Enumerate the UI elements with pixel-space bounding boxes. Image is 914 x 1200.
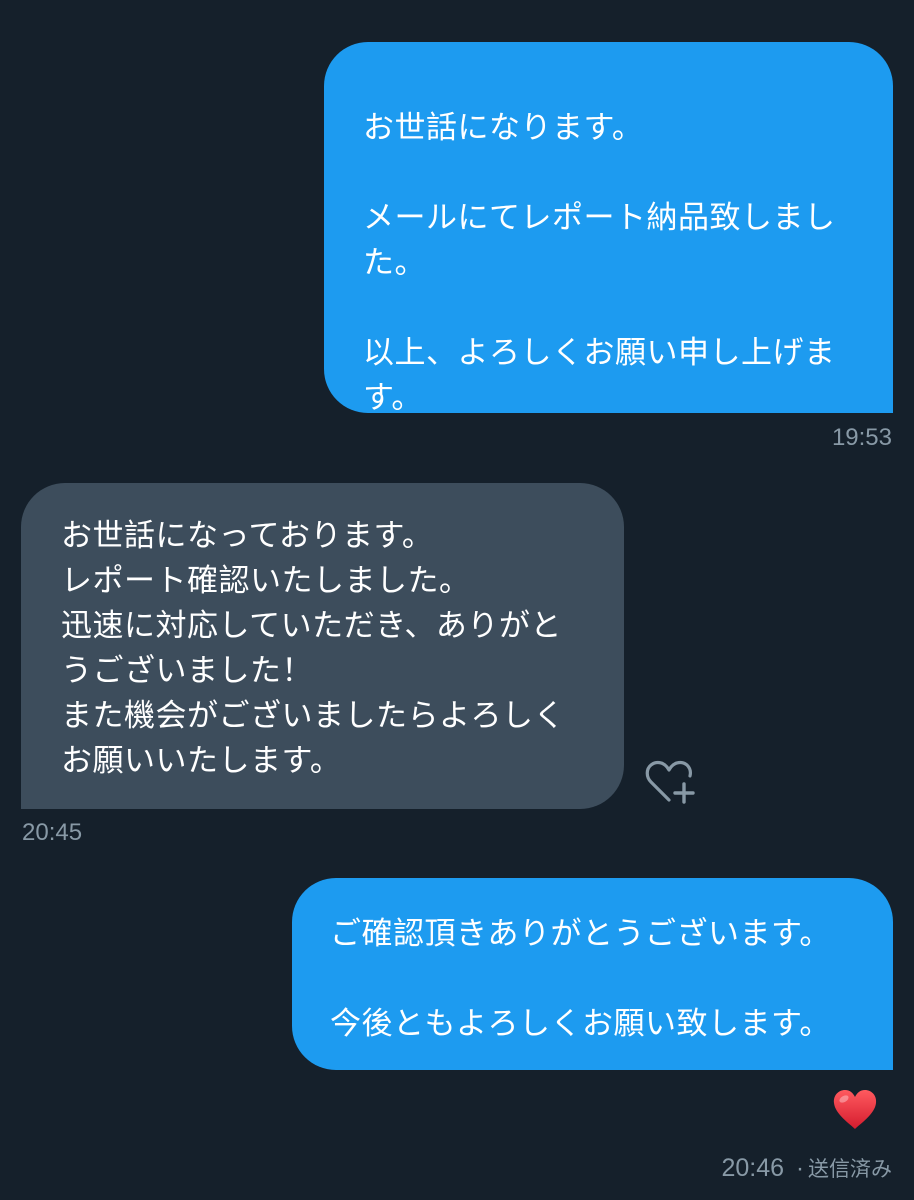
sent-message-bubble[interactable]: ご確認頂きありがとうございます。 今後ともよろしくお願い致します。 xyxy=(292,878,893,1070)
heart-plus-icon xyxy=(645,760,695,804)
reaction-badge[interactable] xyxy=(832,1089,878,1131)
delivery-status: 送信済み xyxy=(808,1157,892,1181)
separator-dot: · xyxy=(796,1155,804,1182)
red-heart-icon xyxy=(833,1090,877,1129)
message-timestamp-status: 20:46 · 送信済み xyxy=(721,1153,892,1184)
received-message-bubble[interactable]: お世話になっております。 レポート確認いたしました。 迅速に対応していただき、あ… xyxy=(21,483,624,809)
add-reaction-button[interactable] xyxy=(645,760,697,806)
sent-message-bubble[interactable]: お世話になります。 メールにてレポート納品致しまし た。 以上、よろしくお願い申… xyxy=(324,42,893,416)
message-timestamp: 19:53 xyxy=(831,424,892,451)
message-timestamp: 20:46 xyxy=(721,1154,784,1182)
message-timestamp: 20:45 xyxy=(22,819,83,846)
